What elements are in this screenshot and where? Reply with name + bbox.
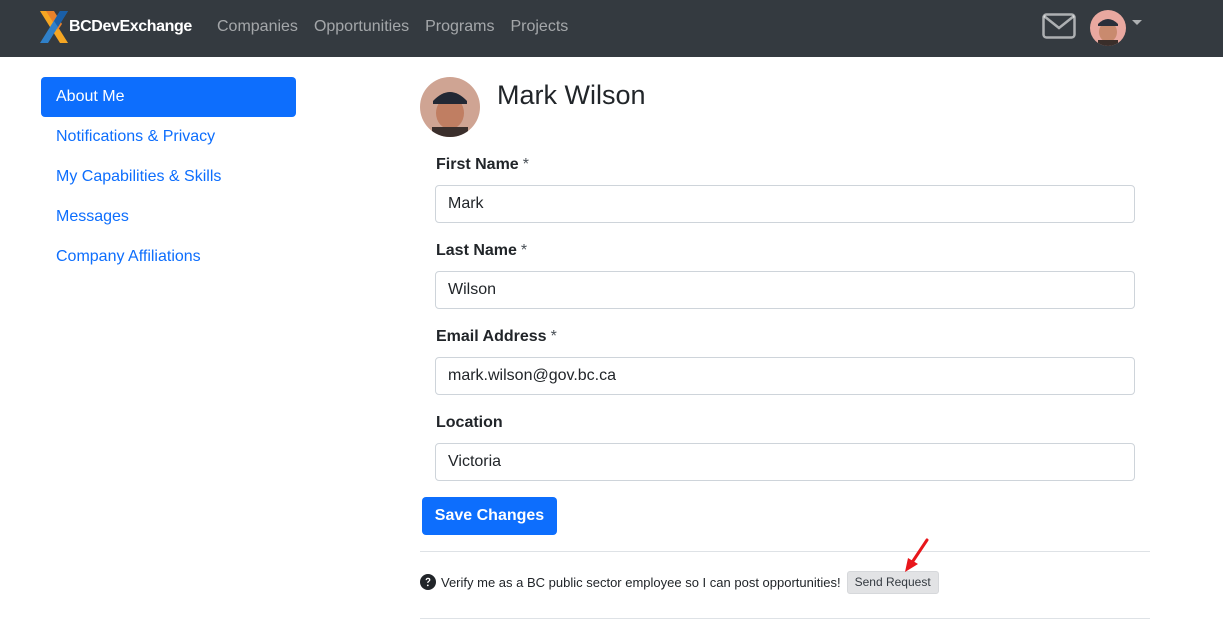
nav-link-programs[interactable]: Programs [425,17,494,37]
nav-link-opportunities[interactable]: Opportunities [314,17,409,37]
email-input[interactable] [435,357,1135,395]
user-avatar[interactable] [1090,10,1126,46]
sidebar-item-messages[interactable]: Messages [41,197,296,237]
question-circle-icon [420,574,436,590]
nav-link-projects[interactable]: Projects [510,17,568,37]
sidebar-item-about-me[interactable]: About Me [41,77,296,117]
divider [420,551,1150,552]
profile-sidebar: About Me Notifications & Privacy My Capa… [41,77,296,277]
profile-name: Mark Wilson [497,80,646,110]
location-input[interactable] [435,443,1135,481]
sidebar-item-notifications[interactable]: Notifications & Privacy [41,117,296,157]
email-label: Email Address * [436,328,557,345]
avatar-image [1090,10,1126,46]
sidebar-item-company-affiliations[interactable]: Company Affiliations [41,237,296,277]
first-name-label: First Name * [436,156,529,173]
envelope-icon[interactable] [1042,13,1076,39]
bc-logo-icon [40,11,68,43]
nav-link-companies[interactable]: Companies [217,17,298,37]
brand-logo[interactable]: BCDevExchange [40,11,192,43]
location-label: Location [436,414,503,431]
chevron-down-icon[interactable] [1132,20,1142,25]
save-changes-button[interactable]: Save Changes [422,497,557,535]
brand-name: BCDevExchange [69,18,192,35]
verify-row: Verify me as a BC public sector employee… [420,570,939,594]
profile-photo [420,77,480,137]
top-navbar: BCDevExchange Companies Opportunities Pr… [0,0,1223,57]
sidebar-item-capabilities[interactable]: My Capabilities & Skills [41,157,296,197]
main-nav: Companies Opportunities Programs Project… [217,17,568,37]
verify-message: Verify me as a BC public sector employee… [441,574,841,590]
profile-avatar [420,77,480,137]
first-name-input[interactable] [435,185,1135,223]
last-name-label: Last Name * [436,242,528,259]
annotation-arrow-icon [905,538,929,572]
divider-bottom [420,618,1150,619]
last-name-input[interactable] [435,271,1135,309]
